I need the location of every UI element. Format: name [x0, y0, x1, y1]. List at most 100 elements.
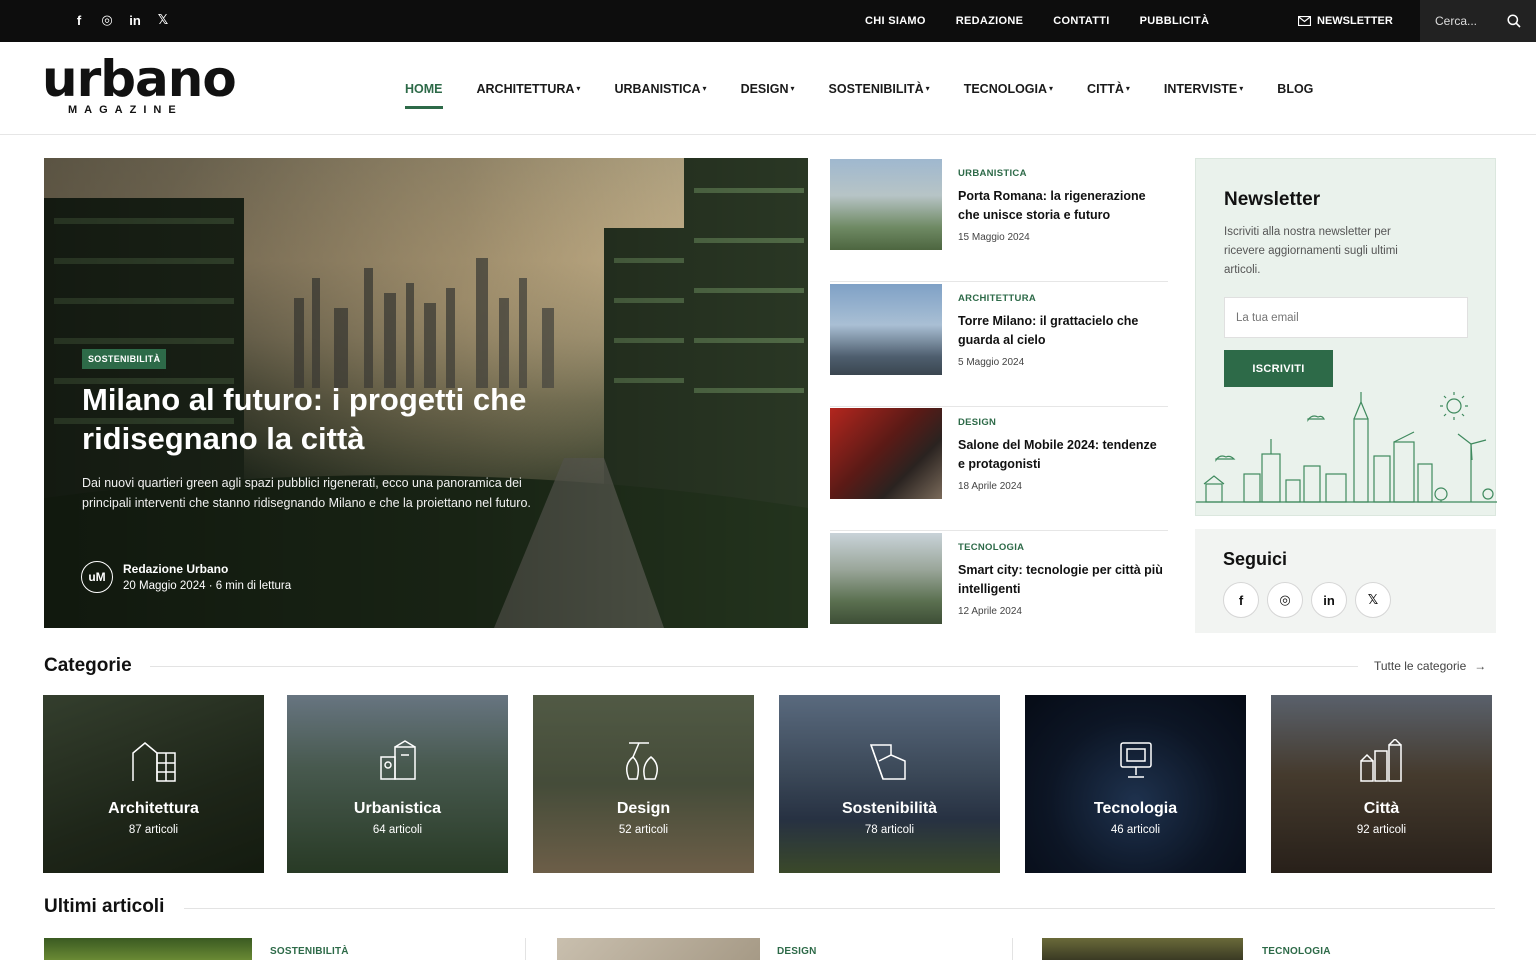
article-title[interactable]: Porta Romana: la rigenerazione che unisc…: [958, 187, 1163, 225]
city-skyline-illustration: [1196, 392, 1497, 503]
mail-icon: [1298, 16, 1311, 26]
search-icon[interactable]: [1507, 14, 1521, 28]
top-social-links: f ◎ in 𝕏: [70, 11, 172, 29]
x-icon[interactable]: 𝕏: [154, 11, 172, 29]
site-logo[interactable]: urbano MAGAZINE: [42, 54, 237, 116]
divider: [525, 938, 526, 960]
category-name: Città: [1363, 800, 1400, 817]
follow-title: Seguici: [1223, 549, 1288, 569]
hero-article[interactable]: SOSTENIBILITÀ Milano al futuro: i proget…: [44, 158, 808, 628]
article-category[interactable]: DESIGN: [777, 946, 817, 957]
category-card-design[interactable]: Design 52 articoli: [533, 695, 754, 873]
facebook-icon[interactable]: f: [1223, 582, 1259, 618]
list-item[interactable]: SOSTENIBILITÀ: [44, 938, 514, 960]
linkedin-icon[interactable]: in: [126, 11, 144, 29]
article-date: 15 Maggio 2024: [958, 232, 1030, 243]
top-link-contatti[interactable]: CONTATTI: [1053, 15, 1109, 27]
card-overlay: [533, 695, 754, 873]
author-name[interactable]: Redazione Urbano: [123, 562, 291, 576]
hero-category-badge[interactable]: SOSTENIBILITÀ: [82, 349, 167, 369]
newsletter-link[interactable]: NEWSLETTER: [1298, 0, 1393, 42]
list-item[interactable]: DESIGN: [557, 938, 997, 960]
chevron-down-icon: ▾: [1049, 84, 1054, 93]
nav-item-interviste[interactable]: INTERVISTE ▾: [1164, 42, 1243, 135]
chevron-down-icon: ▾: [790, 84, 795, 93]
chevron-down-icon: ▾: [576, 84, 581, 93]
categories-title: Categorie: [44, 655, 132, 676]
hero-author: uM Redazione Urbano 20 Maggio 2024 · 6 m…: [81, 561, 291, 593]
city-map-icon: [380, 740, 416, 780]
site-header: urbano MAGAZINE HOME ARCHITETTURA ▾ URBAN…: [0, 42, 1536, 135]
monitor-icon: [1120, 742, 1152, 778]
leaf-icon: [869, 744, 906, 780]
nav-item-architettura[interactable]: ARCHITETTURA ▾: [477, 42, 581, 135]
meta-separator: ·: [208, 580, 216, 592]
category-name: Tecnologia: [1093, 800, 1178, 817]
x-icon[interactable]: 𝕏: [1355, 582, 1391, 618]
all-categories-link[interactable]: Tutte le categorie →: [1374, 659, 1486, 673]
list-item[interactable]: TECNOLOGIA: [1042, 938, 1492, 960]
subscribe-button[interactable]: ISCRIVITI: [1224, 350, 1333, 387]
nav-item-citta[interactable]: CITTÀ ▾: [1087, 42, 1130, 135]
article-category[interactable]: TECNOLOGIA: [1262, 946, 1331, 957]
list-item[interactable]: ARCHITETTURA Torre Milano: il grattaciel…: [830, 283, 1168, 407]
article-category[interactable]: TECNOLOGIA: [958, 542, 1024, 553]
article-category[interactable]: SOSTENIBILITÀ: [270, 946, 349, 957]
category-card-sostenibilita[interactable]: Sostenibilità 78 articoli: [779, 695, 1000, 873]
nav-item-blog[interactable]: BLOG: [1277, 42, 1313, 135]
top-nav: CHI SIAMO REDAZIONE CONTATTI PUBBLICITÀ: [850, 0, 1224, 42]
article-thumbnail[interactable]: [830, 533, 942, 624]
article-category[interactable]: DESIGN: [958, 417, 996, 428]
article-date: 5 Maggio 2024: [958, 357, 1025, 368]
article-title[interactable]: Torre Milano: il grattacielo che guarda …: [958, 312, 1163, 350]
list-item[interactable]: URBANISTICA Porta Romana: la rigenerazio…: [830, 158, 1168, 282]
instagram-icon[interactable]: ◎: [1267, 582, 1303, 618]
instagram-icon[interactable]: ◎: [98, 11, 116, 29]
newsletter-link-label: NEWSLETTER: [1317, 15, 1393, 27]
article-title[interactable]: Smart city: tecnologie per città più int…: [958, 561, 1163, 599]
nav-item-urbanistica[interactable]: URBANISTICA ▾: [614, 42, 706, 135]
article-thumbnail[interactable]: [830, 284, 942, 375]
email-field[interactable]: [1224, 297, 1468, 338]
avatar: uM: [81, 561, 113, 593]
category-card-architettura[interactable]: Architettura 87 articoli: [43, 695, 264, 873]
nav-item-home[interactable]: HOME: [405, 42, 443, 135]
latest-title: Ultimi articoli: [44, 896, 165, 917]
category-card-citta[interactable]: Città 92 articoli: [1271, 695, 1492, 873]
article-category[interactable]: ARCHITETTURA: [958, 293, 1036, 304]
category-count: 78 articoli: [864, 824, 915, 836]
article-meta: 20 Maggio 2024 · 6 min di lettura: [123, 580, 291, 592]
category-name: Architettura: [108, 800, 199, 817]
article-thumbnail[interactable]: [557, 938, 760, 960]
divider: [184, 908, 1495, 909]
article-thumbnail[interactable]: [1042, 938, 1243, 960]
category-card-tecnologia[interactable]: Tecnologia 46 articoli: [1025, 695, 1246, 873]
linkedin-icon[interactable]: in: [1311, 582, 1347, 618]
card-overlay: [43, 695, 264, 873]
category-count: 64 articoli: [372, 824, 423, 836]
nav-item-tecnologia[interactable]: TECNOLOGIA ▾: [964, 42, 1053, 135]
arrow-right-icon: →: [1474, 659, 1487, 673]
read-time: 6 min di lettura: [215, 580, 292, 592]
categories-grid: Architettura 87 articoli Urbanistica 64 …: [43, 695, 1495, 873]
article-category[interactable]: URBANISTICA: [958, 168, 1027, 179]
article-thumbnail[interactable]: [44, 938, 252, 960]
facebook-icon[interactable]: f: [70, 11, 88, 29]
article-thumbnail[interactable]: [830, 408, 942, 499]
top-link-pubblicita[interactable]: PUBBLICITÀ: [1140, 15, 1210, 27]
list-item[interactable]: TECNOLOGIA Smart city: tecnologie per ci…: [830, 532, 1168, 656]
article-title[interactable]: Salone del Mobile 2024: tendenze e prota…: [958, 436, 1163, 474]
top-link-chi-siamo[interactable]: CHI SIAMO: [865, 15, 926, 27]
nav-item-design[interactable]: DESIGN ▾: [741, 42, 795, 135]
article-thumbnail[interactable]: [830, 159, 942, 250]
category-count: 87 articoli: [128, 824, 179, 836]
hero-title[interactable]: Milano al futuro: i progetti che ridiseg…: [82, 380, 542, 458]
nav-item-sostenibilita[interactable]: SOSTENIBILITÀ ▾: [829, 42, 930, 135]
list-item[interactable]: DESIGN Salone del Mobile 2024: tendenze …: [830, 407, 1168, 531]
search-box[interactable]: Cerca...: [1420, 0, 1536, 42]
search-input[interactable]: Cerca...: [1435, 14, 1477, 28]
category-card-urbanistica[interactable]: Urbanistica 64 articoli: [287, 695, 508, 873]
card-overlay: [779, 695, 1000, 873]
top-link-redazione[interactable]: REDAZIONE: [956, 15, 1023, 27]
article-date: 18 Aprile 2024: [958, 481, 1022, 492]
